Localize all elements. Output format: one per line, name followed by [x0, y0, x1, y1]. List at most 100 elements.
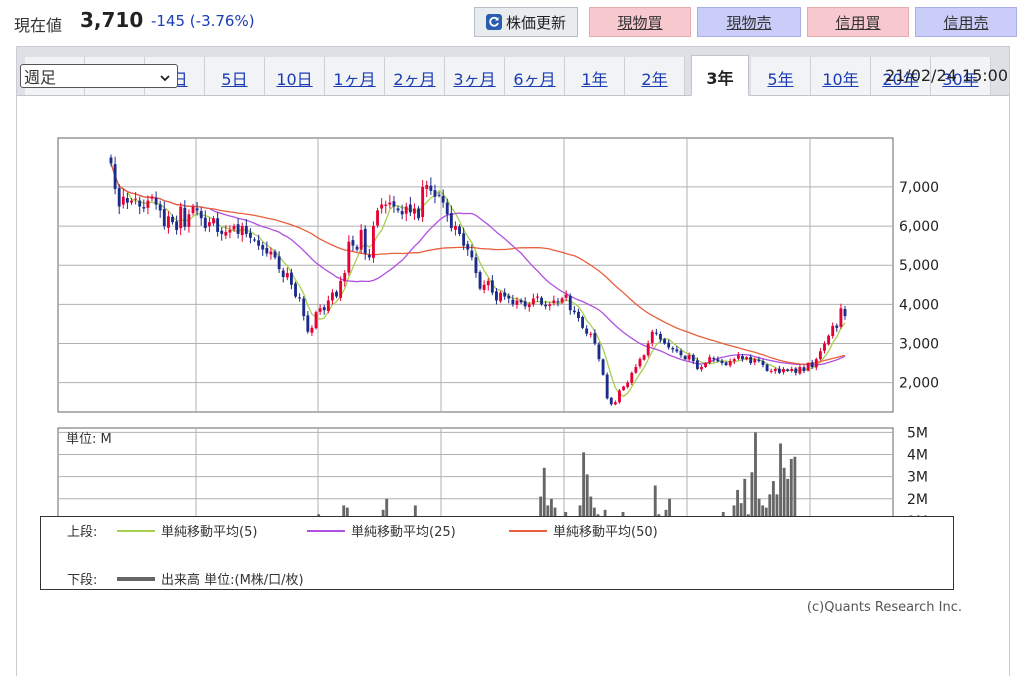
candle-body	[761, 361, 765, 366]
candle-body	[347, 241, 351, 273]
candle-body	[421, 186, 425, 218]
candle-body	[244, 226, 248, 234]
copyright-notice: (c)Quants Research Inc.	[806, 600, 962, 615]
candle-body	[462, 233, 466, 246]
candle-body	[716, 359, 720, 362]
candle-body	[831, 325, 835, 336]
candle-body	[667, 342, 671, 348]
price-tick-label: 4,000	[899, 297, 939, 313]
candle-body	[568, 295, 572, 311]
candle-body	[166, 216, 170, 228]
candle-body	[404, 206, 408, 214]
candle-body	[577, 311, 580, 319]
legend-volume: 出来高 単位:(M株/口/枚)	[117, 569, 304, 588]
candle-body	[441, 196, 445, 203]
volume-tick-label: 4M	[907, 448, 928, 464]
candle-body	[650, 331, 654, 343]
candle-body	[261, 245, 265, 250]
candle-body	[527, 304, 531, 308]
candle-body	[449, 213, 453, 229]
candle-body	[536, 296, 539, 298]
candle-body	[749, 356, 753, 364]
candle-body	[482, 284, 486, 290]
candle-body	[220, 230, 224, 234]
legend-ma50: 単純移動平均(50)	[509, 521, 658, 540]
candle-body	[130, 200, 133, 203]
candle-body	[359, 229, 363, 250]
candle-body	[810, 362, 814, 367]
candle-body	[281, 270, 285, 277]
candle-body	[326, 300, 330, 311]
candle-body	[203, 217, 207, 229]
candle-body	[552, 300, 556, 304]
price-tick-label: 6,000	[899, 219, 939, 235]
ma25-swatch	[307, 529, 345, 532]
candle-body	[827, 335, 831, 345]
candle-body	[786, 369, 790, 371]
candle-body	[232, 226, 236, 230]
candle-body	[618, 390, 621, 403]
candle-body	[355, 246, 359, 250]
candle-body	[175, 221, 179, 230]
candle-body	[150, 196, 154, 199]
candle-body	[679, 350, 683, 356]
candle-body	[298, 297, 302, 299]
candle-body	[769, 370, 773, 372]
legend-ma25: 単純移動平均(25)	[307, 521, 456, 540]
candle-body	[248, 232, 252, 238]
candle-body	[814, 359, 818, 368]
candle-body	[302, 298, 306, 317]
candle-body	[318, 308, 322, 312]
candle-body	[113, 164, 117, 189]
candle-body	[277, 256, 281, 270]
ma5-swatch	[117, 529, 155, 532]
candle-body	[335, 291, 338, 297]
volume-unit-label: 単位: M	[66, 431, 112, 447]
candle-body	[843, 309, 847, 317]
candle-body	[384, 204, 388, 206]
candle-body	[675, 349, 679, 352]
candle-body	[458, 226, 461, 234]
price-tick-label: 7,000	[899, 180, 939, 196]
candle-body	[269, 251, 273, 255]
candle-body	[564, 294, 568, 298]
candle-body	[745, 357, 749, 360]
candle-body	[626, 382, 630, 388]
candle-body	[724, 362, 728, 366]
volume-tick-label: 5M	[907, 425, 928, 441]
candle-body	[121, 196, 125, 205]
candle-body	[273, 251, 277, 258]
candle-body	[142, 207, 146, 209]
candle-body	[835, 325, 839, 328]
candle-body	[671, 347, 675, 350]
candle-body	[695, 360, 699, 369]
legend-volume-label: 出来高 単位:(M株/口/枚)	[161, 573, 304, 588]
candle-body	[605, 374, 609, 399]
candle-body	[314, 312, 318, 329]
candle-body	[331, 292, 334, 301]
candle-body	[753, 359, 757, 363]
candle-body	[367, 255, 371, 258]
candle-body	[380, 204, 384, 209]
candle-body	[257, 240, 261, 246]
candle-body	[253, 239, 256, 241]
ma50-swatch	[509, 529, 547, 532]
candle-body	[207, 222, 211, 227]
candle-body	[187, 214, 191, 227]
candle-body	[634, 366, 638, 373]
candle-body	[470, 250, 474, 258]
candle-body	[593, 333, 597, 344]
candle-body	[117, 188, 121, 207]
candle-body	[728, 361, 732, 366]
candle-body	[445, 202, 449, 215]
candle-body	[179, 206, 183, 229]
candle-body	[700, 366, 703, 370]
candle-body	[138, 200, 142, 207]
candle-body	[285, 273, 289, 278]
candle-body	[704, 363, 708, 367]
candle-body	[663, 339, 667, 344]
candle-body	[183, 207, 187, 227]
candle-body	[109, 157, 113, 164]
candle-body	[757, 359, 761, 362]
candle-body	[523, 301, 527, 307]
